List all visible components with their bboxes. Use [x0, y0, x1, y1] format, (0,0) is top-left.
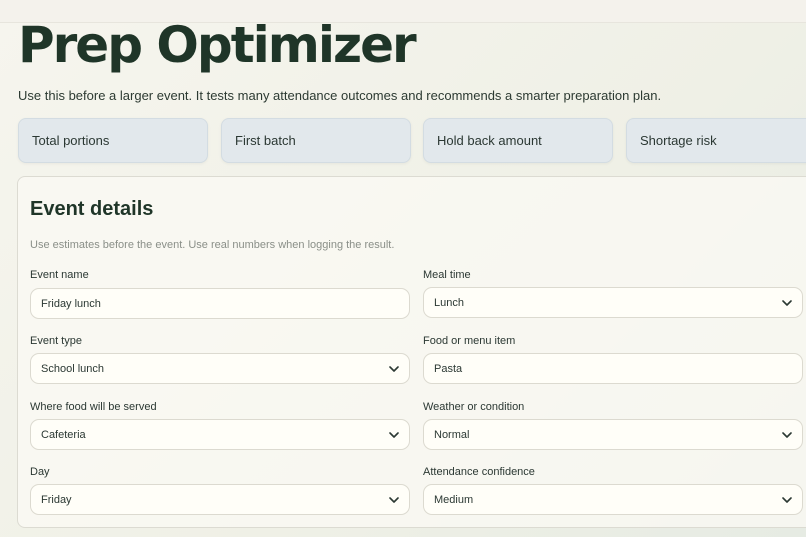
- stat-shortage-risk: Shortage risk: [626, 118, 806, 163]
- serving-location-label: Where food will be served: [30, 401, 157, 413]
- event-details-title: Event details: [30, 198, 154, 220]
- chevron-down-icon: [379, 485, 409, 514]
- day-select[interactable]: Friday: [30, 484, 410, 515]
- event-name-label: Event name: [30, 269, 89, 281]
- food-item-input[interactable]: Pasta: [423, 353, 803, 384]
- event-details-hint: Use estimates before the event. Use real…: [30, 239, 395, 251]
- chevron-down-icon: [772, 288, 802, 317]
- food-item-label: Food or menu item: [423, 335, 516, 347]
- event-type-select[interactable]: School lunch: [30, 353, 410, 384]
- chevron-down-icon: [772, 485, 802, 514]
- chevron-down-icon: [379, 420, 409, 449]
- event-type-value: School lunch: [41, 362, 104, 375]
- meal-time-label: Meal time: [423, 269, 471, 281]
- stat-hold-back-amount: Hold back amount: [423, 118, 613, 163]
- chevron-down-icon: [379, 354, 409, 383]
- serving-location-value: Cafeteria: [41, 428, 86, 441]
- meal-time-value: Lunch: [434, 296, 464, 309]
- day-value: Friday: [41, 493, 72, 506]
- page-title: Prep Optimizer: [18, 16, 417, 74]
- food-item-value: Pasta: [434, 362, 463, 375]
- event-details-panel: [17, 176, 806, 528]
- day-label: Day: [30, 466, 50, 478]
- attendance-confidence-label: Attendance confidence: [423, 466, 535, 478]
- attendance-confidence-value: Medium: [434, 493, 474, 506]
- stat-total-portions: Total portions: [18, 118, 208, 163]
- serving-location-select[interactable]: Cafeteria: [30, 419, 410, 450]
- stat-label: Hold back amount: [437, 133, 542, 148]
- event-type-label: Event type: [30, 335, 82, 347]
- weather-select[interactable]: Normal: [423, 419, 803, 450]
- stat-label: Shortage risk: [640, 133, 717, 148]
- stat-first-batch: First batch: [221, 118, 411, 163]
- stat-label: Total portions: [32, 133, 110, 148]
- page-subtitle: Use this before a larger event. It tests…: [18, 88, 662, 103]
- stat-label: First batch: [235, 133, 296, 148]
- weather-label: Weather or condition: [423, 401, 525, 413]
- chevron-down-icon: [772, 420, 802, 449]
- attendance-confidence-select[interactable]: Medium: [423, 484, 803, 515]
- event-name-value: Friday lunch: [41, 297, 101, 310]
- meal-time-select[interactable]: Lunch: [423, 287, 803, 318]
- event-name-input[interactable]: Friday lunch: [30, 288, 410, 319]
- weather-value: Normal: [434, 428, 470, 441]
